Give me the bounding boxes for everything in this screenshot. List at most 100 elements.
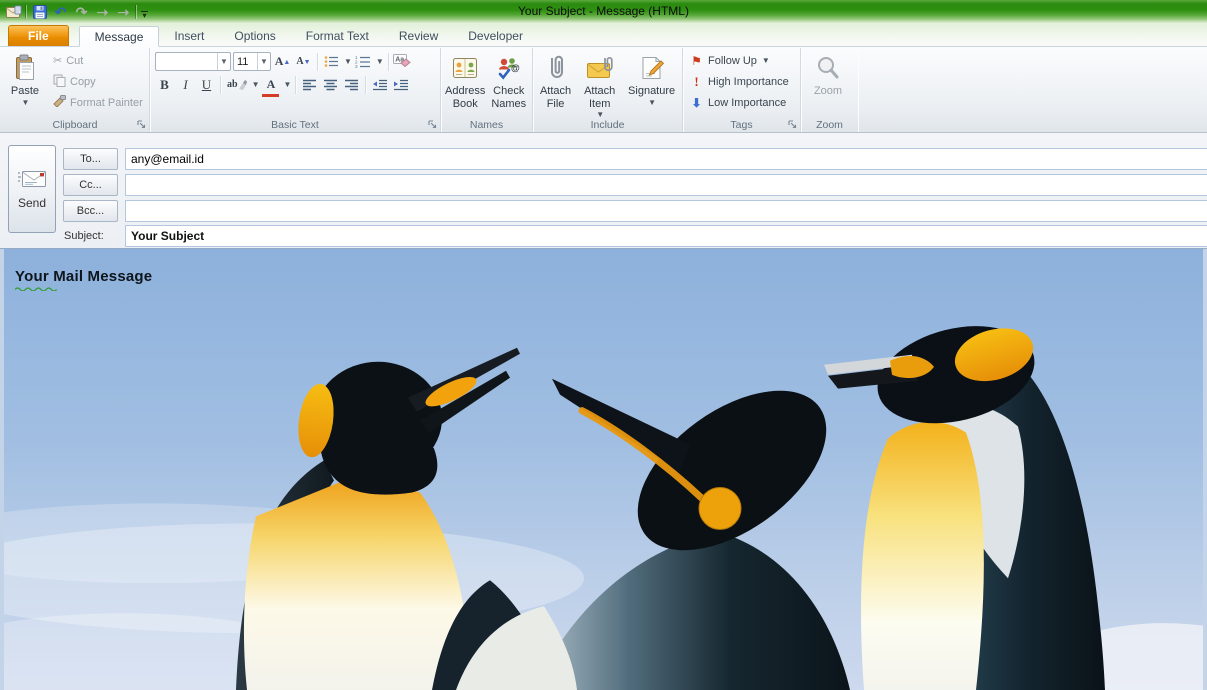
signature-icon bbox=[639, 53, 665, 83]
attach-item-icon bbox=[585, 53, 615, 83]
zoom-button: Zoom bbox=[804, 50, 852, 98]
bullets-button[interactable] bbox=[322, 52, 341, 72]
paste-dropdown-arrow: ▼ bbox=[22, 98, 30, 107]
high-importance-label: High Importance bbox=[708, 76, 789, 88]
basic-text-dialog-launcher[interactable] bbox=[427, 119, 438, 130]
tab-file[interactable]: File bbox=[8, 25, 69, 46]
address-book-button[interactable]: Address Book bbox=[444, 50, 486, 110]
font-name-combo[interactable]: ▼ bbox=[155, 52, 231, 71]
tab-options[interactable]: Options bbox=[219, 25, 290, 46]
tags-group-label: Tags bbox=[683, 119, 800, 131]
address-book-label: Address Book bbox=[444, 85, 486, 110]
tab-format-text[interactable]: Format Text bbox=[291, 25, 384, 46]
tab-developer[interactable]: Developer bbox=[453, 25, 538, 46]
send-envelope-icon bbox=[17, 169, 47, 189]
signature-button[interactable]: Signature ▼ bbox=[624, 50, 679, 119]
bold-button[interactable]: B bbox=[155, 75, 174, 95]
text-highlight-button[interactable]: ab bbox=[225, 75, 249, 95]
tab-message[interactable]: Message bbox=[79, 26, 160, 47]
align-right-button[interactable] bbox=[342, 75, 361, 95]
format-painter-icon bbox=[53, 95, 66, 110]
bcc-field[interactable] bbox=[125, 200, 1207, 222]
ribbon-filler bbox=[858, 48, 1207, 132]
title-bar: ↶ ↷ ➝ ➝ ▾ Your Subject - Message (HTML) bbox=[0, 0, 1207, 24]
subject-field[interactable]: Your Subject bbox=[125, 225, 1207, 247]
align-center-button[interactable] bbox=[321, 75, 340, 95]
clipboard-group-label: Clipboard bbox=[1, 119, 149, 131]
font-color-dropdown-arrow[interactable]: ▼ bbox=[283, 80, 291, 89]
to-button[interactable]: To... bbox=[63, 148, 118, 170]
clear-formatting-button[interactable]: Aa bbox=[393, 52, 412, 72]
basic-text-group: ▼ 11 ▼ A▲ A▼ ▼ 123 ▼ Aa B I U bbox=[150, 48, 441, 132]
cc-button-label: Cc... bbox=[79, 179, 102, 191]
low-importance-icon: ⬇ bbox=[689, 96, 704, 110]
tags-dialog-launcher[interactable] bbox=[787, 119, 798, 130]
cc-button[interactable]: Cc... bbox=[63, 174, 118, 196]
highlighter-pen-icon bbox=[238, 80, 247, 90]
clipboard-dialog-launcher[interactable] bbox=[136, 119, 147, 130]
copy-label: Copy bbox=[70, 76, 96, 88]
tab-insert[interactable]: Insert bbox=[159, 25, 219, 46]
cut-icon: ✂ bbox=[53, 54, 62, 67]
check-names-label: Check Names bbox=[488, 85, 529, 110]
low-importance-button[interactable]: ⬇ Low Importance bbox=[686, 92, 797, 113]
font-size-combo[interactable]: 11 ▼ bbox=[233, 52, 271, 71]
basic-text-group-label: Basic Text bbox=[150, 119, 440, 131]
check-names-button[interactable]: @ Check Names bbox=[488, 50, 529, 110]
follow-up-label: Follow Up bbox=[708, 55, 757, 67]
penguins-image bbox=[4, 249, 1203, 690]
underline-button[interactable]: U bbox=[197, 75, 216, 95]
low-importance-label: Low Importance bbox=[708, 97, 786, 109]
message-editor[interactable]: Your Mail Message bbox=[4, 249, 1203, 690]
separator bbox=[317, 53, 318, 71]
cut-label: Cut bbox=[66, 55, 83, 67]
zoom-label: Zoom bbox=[814, 85, 842, 98]
attach-item-button[interactable]: Attach Item ▼ bbox=[578, 50, 621, 119]
copy-button[interactable]: Copy bbox=[50, 71, 146, 92]
ribbon: Paste ▼ ✂ Cut Copy bbox=[0, 47, 1207, 133]
tab-review[interactable]: Review bbox=[384, 25, 453, 46]
numbering-button[interactable]: 123 bbox=[354, 52, 373, 72]
font-color-bar bbox=[262, 94, 279, 97]
paste-icon bbox=[13, 53, 37, 83]
high-importance-button[interactable]: ! High Importance bbox=[686, 71, 797, 92]
increase-indent-button[interactable] bbox=[391, 75, 410, 95]
italic-button[interactable]: I bbox=[176, 75, 195, 95]
font-size-value: 11 bbox=[234, 56, 257, 68]
font-color-button[interactable]: A bbox=[261, 75, 280, 95]
window-title: Your Subject - Message (HTML) bbox=[0, 4, 1207, 18]
copy-icon bbox=[53, 74, 66, 90]
send-button[interactable]: Send bbox=[8, 145, 56, 233]
format-painter-button[interactable]: Format Painter bbox=[50, 92, 146, 113]
names-group-label: Names bbox=[441, 119, 532, 131]
paste-button[interactable]: Paste ▼ bbox=[4, 50, 46, 113]
paste-label: Paste bbox=[11, 85, 39, 98]
highlight-dropdown-arrow[interactable]: ▼ bbox=[252, 80, 260, 89]
grow-font-button[interactable]: A▲ bbox=[273, 52, 292, 72]
shrink-font-button[interactable]: A▼ bbox=[294, 52, 313, 72]
to-field[interactable]: any@email.id bbox=[125, 148, 1207, 170]
align-left-button[interactable] bbox=[300, 75, 319, 95]
cut-button[interactable]: ✂ Cut bbox=[50, 50, 146, 71]
names-group: Address Book @ Check Names Names bbox=[441, 48, 533, 132]
mail-body-heading: Your Mail Message bbox=[15, 268, 152, 285]
decrease-indent-button[interactable] bbox=[370, 75, 389, 95]
attach-file-button[interactable]: Attach File bbox=[536, 50, 575, 119]
message-body: Your Mail Message bbox=[0, 248, 1207, 690]
follow-up-button[interactable]: ⚑ Follow Up ▼ bbox=[686, 50, 797, 71]
bullets-dropdown-arrow[interactable]: ▼ bbox=[344, 57, 352, 66]
follow-up-flag-icon: ⚑ bbox=[689, 54, 704, 68]
cc-field[interactable] bbox=[125, 174, 1207, 196]
ribbon-tab-strip: File Message Insert Options Format Text … bbox=[0, 24, 1207, 47]
bcc-button[interactable]: Bcc... bbox=[63, 200, 118, 222]
separator bbox=[220, 76, 221, 94]
numbering-dropdown-arrow[interactable]: ▼ bbox=[376, 57, 384, 66]
font-size-dropdown-arrow: ▼ bbox=[257, 53, 270, 70]
attach-file-label: Attach File bbox=[536, 85, 575, 110]
subject-label: Subject: bbox=[64, 225, 120, 247]
spellcheck-squiggle bbox=[15, 286, 57, 291]
svg-text:@: @ bbox=[511, 63, 520, 73]
zoom-group: Zoom Zoom bbox=[801, 48, 858, 132]
include-group: Attach File Attach Item ▼ bbox=[533, 48, 683, 132]
separator bbox=[365, 76, 366, 94]
